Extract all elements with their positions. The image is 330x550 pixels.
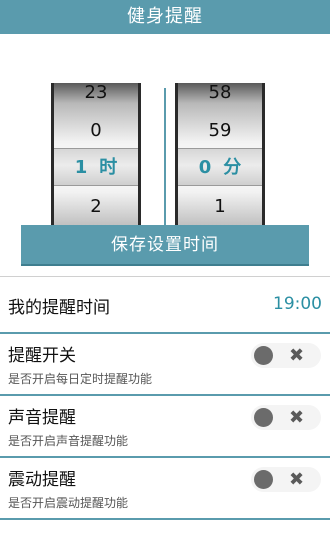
reminder-time-label: 我的提醒时间 <box>8 298 110 318</box>
sound-reminder-row: 声音提醒 是否开启声音提醒功能 ✖ <box>0 396 330 458</box>
setting-label: 提醒开关 <box>8 346 76 366</box>
wheel-divider <box>164 88 166 245</box>
minute-selected-value: 0 <box>198 157 212 178</box>
minute-selected[interactable]: 0分 <box>178 148 262 186</box>
minute-option[interactable]: 59 <box>178 112 262 150</box>
minute-unit: 分 <box>223 157 242 178</box>
toggle-knob <box>254 470 273 489</box>
sound-reminder-toggle[interactable]: ✖ <box>251 405 321 430</box>
minute-option[interactable]: 1 <box>178 188 262 226</box>
toggle-knob <box>254 408 273 427</box>
vibration-reminder-row: 震动提醒 是否开启震动提醒功能 ✖ <box>0 458 330 520</box>
vibration-reminder-toggle[interactable]: ✖ <box>251 467 321 492</box>
reminder-time-row[interactable]: 我的提醒时间 19:00 <box>0 277 330 334</box>
title-bar: 健身提醒 <box>0 0 330 36</box>
hour-option[interactable]: 2 <box>54 188 138 226</box>
setting-label: 声音提醒 <box>8 408 76 428</box>
minute-option[interactable]: 58 <box>178 83 262 112</box>
setting-description: 是否开启每日定时提醒功能 <box>8 372 153 386</box>
app-title: 健身提醒 <box>127 6 203 27</box>
setting-description: 是否开启震动提醒功能 <box>8 496 129 510</box>
reminder-switch-toggle[interactable]: ✖ <box>251 343 321 368</box>
save-time-button[interactable]: 保存设置时间 <box>21 225 309 266</box>
hour-option[interactable]: 23 <box>54 83 138 112</box>
off-x-icon: ✖ <box>288 345 305 366</box>
off-x-icon: ✖ <box>288 469 305 490</box>
setting-label: 震动提醒 <box>8 470 76 490</box>
hour-selected-value: 1 <box>74 157 88 178</box>
time-picker: 23 0 1时 2 3 58 59 0分 1 2 保存设置时间 <box>0 36 330 276</box>
toggle-knob <box>254 346 273 365</box>
reminder-time-value: 19:00 <box>273 294 322 314</box>
hour-selected[interactable]: 1时 <box>54 148 138 186</box>
off-x-icon: ✖ <box>288 407 305 428</box>
setting-description: 是否开启声音提醒功能 <box>8 434 129 448</box>
settings-list: 我的提醒时间 19:00 提醒开关 是否开启每日定时提醒功能 ✖ 声音提醒 是否… <box>0 276 330 550</box>
hour-option[interactable]: 0 <box>54 112 138 150</box>
hour-unit: 时 <box>99 157 118 178</box>
reminder-switch-row: 提醒开关 是否开启每日定时提醒功能 ✖ <box>0 334 330 396</box>
